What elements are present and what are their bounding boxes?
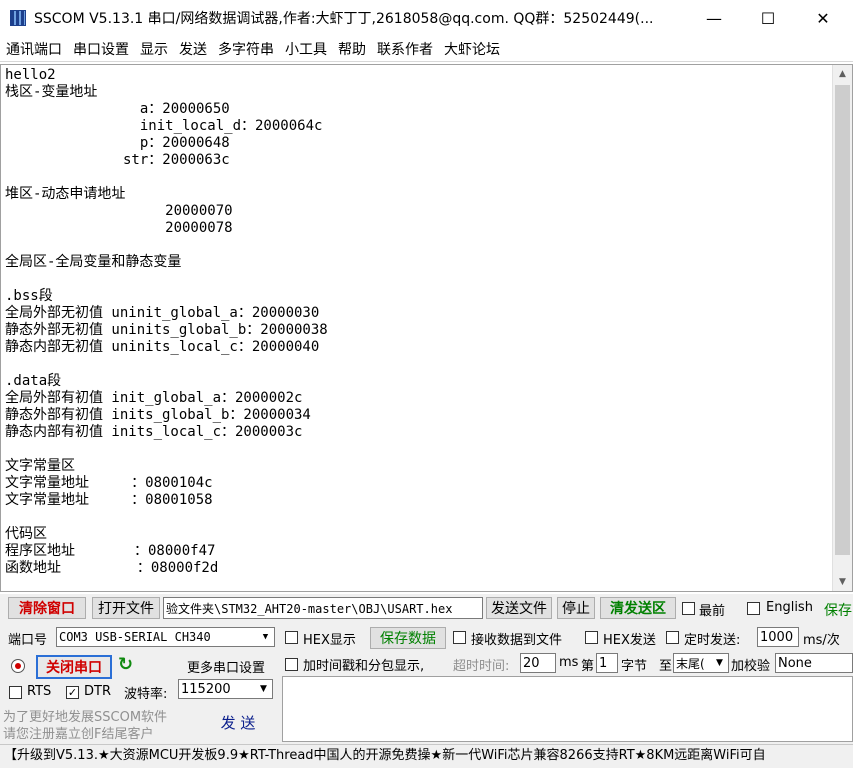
timeout-input[interactable]: 20 [520, 653, 556, 673]
port-label: 端口号 [8, 633, 48, 648]
byte-label: 字节 [621, 659, 648, 674]
english-label: English [766, 600, 813, 615]
clear-window-button[interactable]: 清除窗口 [8, 597, 86, 619]
timeout-unit-label: ms [559, 655, 579, 670]
promo-line-2: 请您注册嘉立创F结尾客户 [3, 727, 154, 742]
stop-button[interactable]: 停止 [557, 597, 595, 619]
hex-send-label: HEX发送 [603, 633, 656, 648]
control-panel: 清除窗口 打开文件 验文件夹\STM32_AHT20-master\OBJ\US… [0, 594, 853, 744]
port-status-icon [11, 659, 25, 673]
interval-unit-label: ms/次 [803, 633, 840, 648]
recv-to-file-label: 接收数据到文件 [471, 633, 563, 648]
chevron-down-icon[interactable]: ▼ [257, 628, 274, 646]
close-port-button[interactable]: 关闭串口 [36, 655, 112, 679]
scroll-down-icon[interactable]: ▼ [833, 573, 852, 591]
send-file-button[interactable]: 发送文件 [486, 597, 552, 619]
chevron-down-icon[interactable]: ▼ [711, 654, 728, 672]
menu-bar: 通讯端口 串口设置 显示 发送 多字符串 小工具 帮助 联系作者 大虾论坛 [0, 36, 853, 62]
scroll-up-icon[interactable]: ▲ [833, 65, 852, 83]
more-serial-settings-button[interactable]: 更多串口设置 [180, 655, 272, 677]
open-file-button[interactable]: 打开文件 [92, 597, 160, 619]
english-checkbox[interactable] [747, 602, 760, 615]
timeout-label: 超时时间: [453, 659, 510, 674]
baud-value: 115200 [181, 681, 231, 697]
tail-value: 末尾( [676, 656, 705, 671]
vertical-scrollbar[interactable]: ▲ ▼ [832, 65, 852, 591]
menu-help[interactable]: 帮助 [332, 39, 371, 59]
clear-send-button[interactable]: 清发送区 [600, 597, 676, 619]
rts-checkbox[interactable] [9, 686, 22, 699]
checksum-select[interactable]: None [775, 653, 853, 673]
timestamp-label: 加时间戳和分包显示, [303, 659, 425, 674]
app-icon [10, 10, 26, 26]
receive-text[interactable]: hello2 栈区-变量地址 a：20000650 init_local_d：2… [5, 67, 827, 589]
checksum-label: 加校验 [731, 659, 771, 674]
menu-multi-string[interactable]: 多字符串 [212, 39, 279, 59]
dtr-label: DTR [84, 684, 111, 699]
send-button[interactable]: 发 送 [198, 707, 278, 737]
baud-select[interactable]: 115200 ▼ [178, 679, 273, 699]
tail-select[interactable]: 末尾( ▼ [673, 653, 729, 673]
window-title: SSCOM V5.13.1 串口/网络数据调试器,作者:大虾丁丁,2618058… [34, 11, 654, 27]
timed-send-label: 定时发送: [684, 633, 741, 648]
topmost-checkbox[interactable] [682, 602, 695, 615]
chevron-down-icon[interactable]: ▼ [255, 680, 272, 698]
save-config-label[interactable]: 保存 [824, 600, 852, 620]
to-label: 至 [659, 659, 673, 674]
menu-serial-settings[interactable]: 串口设置 [67, 39, 134, 59]
menu-send[interactable]: 发送 [173, 39, 212, 59]
nth-label: 第 [581, 659, 595, 674]
minimize-button[interactable]: — [691, 0, 737, 36]
menu-forum[interactable]: 大虾论坛 [438, 39, 505, 59]
baud-label: 波特率: [124, 687, 168, 702]
port-select[interactable]: COM3 USB-SERIAL CH340 ▼ [56, 627, 275, 647]
save-data-button[interactable]: 保存数据 [370, 627, 446, 649]
receive-area[interactable]: hello2 栈区-变量地址 a：20000650 init_local_d：2… [0, 64, 853, 592]
hex-display-label: HEX显示 [303, 633, 356, 648]
status-bar: 【升级到V5.13.★大资源MCU开发板9.9★RT-Thread中国人的开源免… [0, 744, 853, 768]
byte-index-input[interactable]: 1 [596, 653, 618, 673]
recv-to-file-checkbox[interactable] [453, 631, 466, 644]
timestamp-checkbox[interactable] [285, 658, 298, 671]
menu-comm-port[interactable]: 通讯端口 [0, 39, 67, 59]
timed-send-checkbox[interactable] [666, 631, 679, 644]
port-value: COM3 USB-SERIAL CH340 [59, 630, 211, 644]
file-path-field[interactable]: 验文件夹\STM32_AHT20-master\OBJ\USART.hex [163, 597, 483, 619]
menu-display[interactable]: 显示 [134, 39, 173, 59]
menu-contact[interactable]: 联系作者 [371, 39, 438, 59]
scroll-thumb[interactable] [835, 85, 850, 555]
maximize-button[interactable]: ☐ [745, 0, 791, 36]
close-button[interactable]: ✕ [800, 0, 846, 36]
interval-input[interactable]: 1000 [757, 627, 799, 647]
hex-display-checkbox[interactable] [285, 631, 298, 644]
topmost-label: 最前 [699, 604, 726, 619]
menu-tools[interactable]: 小工具 [279, 39, 332, 59]
hex-send-checkbox[interactable] [585, 631, 598, 644]
title-bar: SSCOM V5.13.1 串口/网络数据调试器,作者:大虾丁丁,2618058… [0, 0, 853, 36]
rts-label: RTS [27, 684, 52, 699]
refresh-icon[interactable]: ↻ [118, 654, 133, 675]
dtr-checkbox[interactable]: ✓ [66, 686, 79, 699]
send-input[interactable] [282, 676, 853, 742]
